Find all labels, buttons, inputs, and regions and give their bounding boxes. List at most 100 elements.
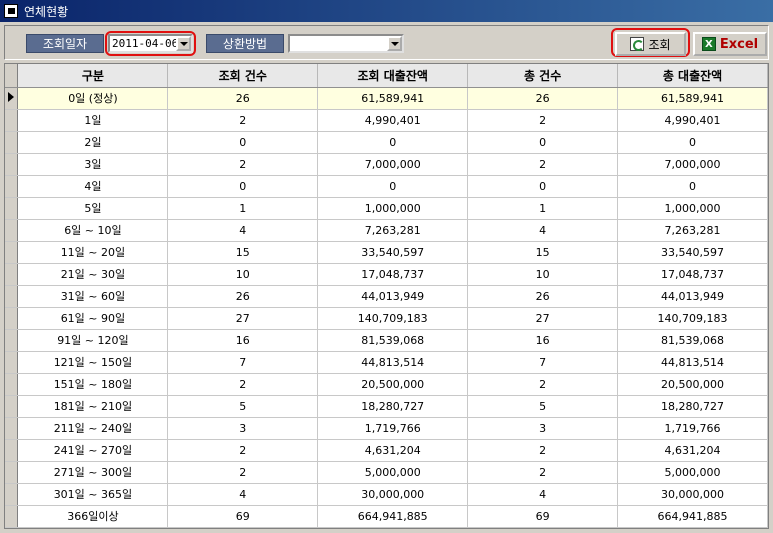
row-indicator[interactable] bbox=[5, 439, 19, 462]
table-cell[interactable]: 26 bbox=[467, 87, 619, 110]
table-cell[interactable]: 18,280,727 bbox=[617, 395, 768, 418]
table-cell[interactable]: 664,941,885 bbox=[317, 505, 469, 528]
table-cell[interactable]: 81,539,068 bbox=[317, 329, 469, 352]
table-cell[interactable]: 17,048,737 bbox=[617, 263, 768, 286]
row-indicator[interactable] bbox=[5, 307, 19, 330]
table-row[interactable]: 1일 2 4,990,401 2 4,990,401 bbox=[5, 109, 768, 132]
row-indicator[interactable] bbox=[5, 329, 19, 352]
table-cell[interactable]: 4 bbox=[467, 483, 619, 506]
table-cell[interactable]: 4,990,401 bbox=[617, 109, 768, 132]
table-cell[interactable]: 69 bbox=[467, 505, 619, 528]
table-cell[interactable]: 7,000,000 bbox=[317, 153, 469, 176]
table-cell[interactable]: 0 bbox=[467, 175, 619, 198]
row-indicator[interactable] bbox=[5, 351, 19, 374]
table-cell[interactable]: 17,048,737 bbox=[317, 263, 469, 286]
table-cell[interactable]: 2 bbox=[467, 461, 619, 484]
row-indicator[interactable] bbox=[5, 175, 19, 198]
table-cell[interactable]: 4 bbox=[167, 483, 319, 506]
table-cell[interactable]: 20,500,000 bbox=[617, 373, 768, 396]
table-row[interactable]: 151일 ~ 180일 2 20,500,000 2 20,500,000 bbox=[5, 373, 768, 396]
row-indicator[interactable] bbox=[5, 87, 19, 110]
table-cell[interactable]: 140,709,183 bbox=[617, 307, 768, 330]
table-cell[interactable]: 18,280,727 bbox=[317, 395, 469, 418]
table-cell[interactable]: 181일 ~ 210일 bbox=[17, 395, 169, 418]
row-indicator[interactable] bbox=[5, 505, 19, 528]
table-row[interactable]: 301일 ~ 365일 4 30,000,000 4 30,000,000 bbox=[5, 483, 768, 506]
table-cell[interactable]: 2 bbox=[167, 153, 319, 176]
table-row[interactable]: 121일 ~ 150일 7 44,813,514 7 44,813,514 bbox=[5, 351, 768, 374]
row-indicator[interactable] bbox=[5, 395, 19, 418]
table-cell[interactable]: 0일 (정상) bbox=[17, 87, 169, 110]
table-cell[interactable]: 6일 ~ 10일 bbox=[17, 219, 169, 242]
table-cell[interactable]: 5,000,000 bbox=[317, 461, 469, 484]
table-row[interactable]: 181일 ~ 210일 5 18,280,727 5 18,280,727 bbox=[5, 395, 768, 418]
row-indicator[interactable] bbox=[5, 241, 19, 264]
table-cell[interactable]: 31일 ~ 60일 bbox=[17, 285, 169, 308]
table-cell[interactable]: 5 bbox=[167, 395, 319, 418]
search-button[interactable]: 조회 bbox=[615, 32, 686, 56]
chevron-down-icon[interactable] bbox=[176, 36, 191, 51]
table-cell[interactable]: 7,263,281 bbox=[317, 219, 469, 242]
table-cell[interactable]: 16 bbox=[467, 329, 619, 352]
table-cell[interactable]: 26 bbox=[167, 285, 319, 308]
table-cell[interactable]: 1,000,000 bbox=[317, 197, 469, 220]
table-cell[interactable]: 0 bbox=[317, 175, 469, 198]
table-cell[interactable]: 10 bbox=[467, 263, 619, 286]
table-cell[interactable]: 4,631,204 bbox=[617, 439, 768, 462]
table-cell[interactable]: 33,540,597 bbox=[317, 241, 469, 264]
table-cell[interactable]: 4 bbox=[167, 219, 319, 242]
table-cell[interactable]: 7,263,281 bbox=[617, 219, 768, 242]
table-cell[interactable]: 10 bbox=[167, 263, 319, 286]
table-cell[interactable]: 1 bbox=[167, 197, 319, 220]
table-cell[interactable]: 241일 ~ 270일 bbox=[17, 439, 169, 462]
table-row[interactable]: 5일 1 1,000,000 1 1,000,000 bbox=[5, 197, 768, 220]
table-cell[interactable]: 0 bbox=[467, 131, 619, 154]
table-cell[interactable]: 33,540,597 bbox=[617, 241, 768, 264]
row-indicator[interactable] bbox=[5, 197, 19, 220]
row-indicator[interactable] bbox=[5, 263, 19, 286]
row-indicator[interactable] bbox=[5, 109, 19, 132]
table-cell[interactable]: 0 bbox=[317, 131, 469, 154]
row-indicator[interactable] bbox=[5, 153, 19, 176]
table-cell[interactable]: 664,941,885 bbox=[617, 505, 768, 528]
table-cell[interactable]: 61,589,941 bbox=[617, 87, 768, 110]
table-cell[interactable]: 211일 ~ 240일 bbox=[17, 417, 169, 440]
table-cell[interactable]: 15 bbox=[167, 241, 319, 264]
method-combo[interactable] bbox=[288, 34, 404, 53]
table-cell[interactable]: 30,000,000 bbox=[317, 483, 469, 506]
row-indicator[interactable] bbox=[5, 131, 19, 154]
table-cell[interactable]: 0 bbox=[617, 175, 768, 198]
table-cell[interactable]: 2 bbox=[167, 439, 319, 462]
table-cell[interactable]: 366일이상 bbox=[17, 505, 169, 528]
table-row[interactable]: 241일 ~ 270일 2 4,631,204 2 4,631,204 bbox=[5, 439, 768, 462]
row-indicator[interactable] bbox=[5, 461, 19, 484]
table-cell[interactable]: 271일 ~ 300일 bbox=[17, 461, 169, 484]
table-cell[interactable]: 5 bbox=[467, 395, 619, 418]
table-cell[interactable]: 2 bbox=[167, 461, 319, 484]
column-header[interactable]: 구분 bbox=[17, 64, 169, 88]
table-cell[interactable]: 2 bbox=[467, 439, 619, 462]
table-cell[interactable]: 7 bbox=[167, 351, 319, 374]
table-cell[interactable]: 4 bbox=[467, 219, 619, 242]
column-header[interactable]: 조회 대출잔액 bbox=[317, 64, 469, 88]
table-cell[interactable]: 11일 ~ 20일 bbox=[17, 241, 169, 264]
table-cell[interactable]: 3 bbox=[467, 417, 619, 440]
table-cell[interactable]: 20,500,000 bbox=[317, 373, 469, 396]
table-cell[interactable]: 121일 ~ 150일 bbox=[17, 351, 169, 374]
table-cell[interactable]: 2일 bbox=[17, 131, 169, 154]
table-cell[interactable]: 4,631,204 bbox=[317, 439, 469, 462]
table-cell[interactable]: 5일 bbox=[17, 197, 169, 220]
row-indicator[interactable] bbox=[5, 219, 19, 242]
table-row[interactable]: 3일 2 7,000,000 2 7,000,000 bbox=[5, 153, 768, 176]
table-cell[interactable]: 7 bbox=[467, 351, 619, 374]
row-indicator[interactable] bbox=[5, 285, 19, 308]
table-cell[interactable]: 151일 ~ 180일 bbox=[17, 373, 169, 396]
table-cell[interactable]: 44,813,514 bbox=[317, 351, 469, 374]
table-row[interactable]: 0일 (정상) 26 61,589,941 26 61,589,941 bbox=[5, 87, 768, 110]
table-cell[interactable]: 140,709,183 bbox=[317, 307, 469, 330]
column-header[interactable]: 조회 건수 bbox=[167, 64, 319, 88]
table-cell[interactable]: 26 bbox=[467, 285, 619, 308]
table-row[interactable]: 21일 ~ 30일 10 17,048,737 10 17,048,737 bbox=[5, 263, 768, 286]
table-cell[interactable]: 2 bbox=[467, 373, 619, 396]
table-cell[interactable]: 61일 ~ 90일 bbox=[17, 307, 169, 330]
